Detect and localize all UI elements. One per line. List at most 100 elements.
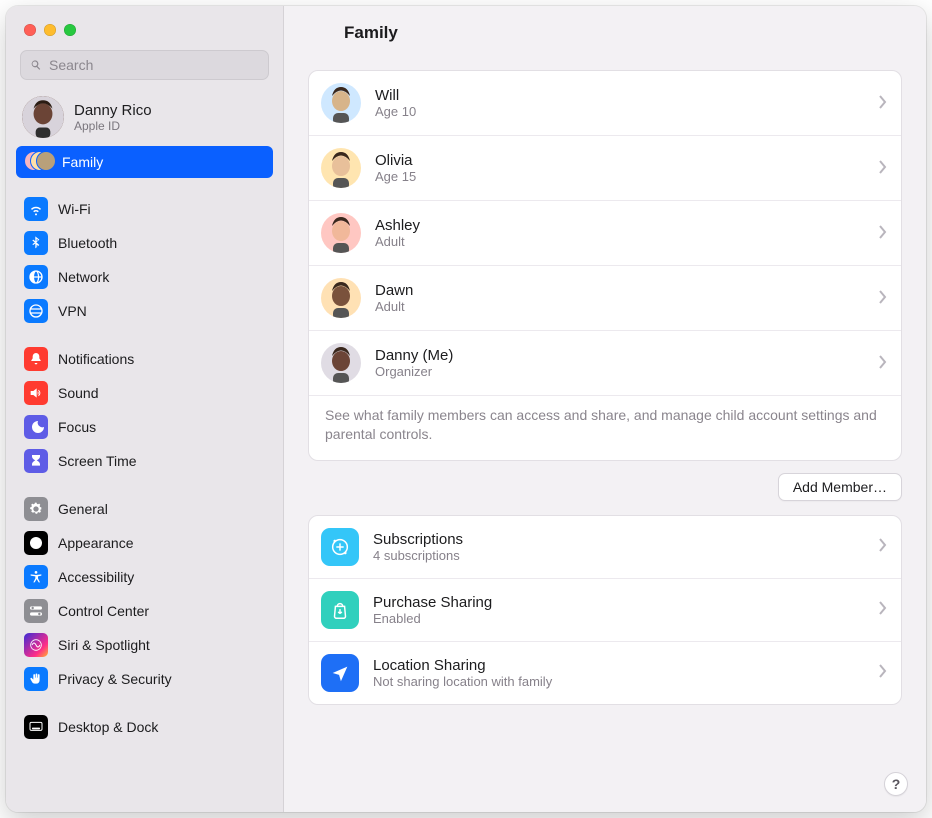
window-controls	[6, 14, 283, 46]
family-member-row[interactable]: Danny (Me) Organizer	[309, 331, 901, 396]
sidebar-item-label: Network	[58, 269, 109, 285]
sidebar-item-siri-spotlight[interactable]: Siri & Spotlight	[16, 628, 273, 662]
sidebar-item-wi-fi[interactable]: Wi-Fi	[16, 192, 273, 226]
sidebar-item-notifications[interactable]: Notifications	[16, 342, 273, 376]
feature-sub: Enabled	[373, 611, 492, 626]
family-member-row[interactable]: Ashley Adult	[309, 201, 901, 266]
search-input[interactable]: Search	[20, 50, 269, 80]
gear-icon	[24, 497, 48, 521]
zoom-window-button[interactable]	[64, 24, 76, 36]
sidebar-item-label: Family	[62, 154, 103, 170]
feature-row-location-sharing[interactable]: Location Sharing Not sharing location wi…	[309, 642, 901, 704]
sidebar-item-sound[interactable]: Sound	[16, 376, 273, 410]
sidebar-item-network[interactable]: Network	[16, 260, 273, 294]
chevron-right-icon	[879, 93, 887, 114]
sidebar-item-label: Screen Time	[58, 453, 137, 469]
sidebar-item-label: Bluetooth	[58, 235, 117, 251]
chevron-right-icon	[879, 288, 887, 309]
feature-name: Location Sharing	[373, 657, 552, 674]
moon-icon	[24, 415, 48, 439]
sidebar-item-apple-id[interactable]: Danny Rico Apple ID	[6, 90, 283, 146]
sidebar-list: Family Wi-Fi Bluetooth Network VPN	[6, 146, 283, 754]
accessibility-icon	[24, 565, 48, 589]
chevron-right-icon	[879, 353, 887, 374]
appearance-icon	[24, 531, 48, 555]
bell-icon	[24, 347, 48, 371]
sidebar-item-bluetooth[interactable]: Bluetooth	[16, 226, 273, 260]
network-icon	[24, 265, 48, 289]
family-member-row[interactable]: Olivia Age 15	[309, 136, 901, 201]
minimize-window-button[interactable]	[44, 24, 56, 36]
profile-sub: Apple ID	[74, 119, 152, 133]
avatar	[22, 96, 64, 138]
members-footnote: See what family members can access and s…	[309, 396, 901, 460]
member-sub: Organizer	[375, 364, 453, 379]
member-name: Will	[375, 87, 416, 104]
sidebar-item-label: General	[58, 501, 108, 517]
feature-name: Purchase Sharing	[373, 594, 492, 611]
feature-sub: 4 subscriptions	[373, 548, 463, 563]
add-member-row: Add Member…	[284, 461, 926, 501]
member-name: Olivia	[375, 152, 416, 169]
feature-name: Subscriptions	[373, 531, 463, 548]
feature-row-purchase-sharing[interactable]: Purchase Sharing Enabled	[309, 579, 901, 642]
memoji-icon	[321, 343, 361, 383]
memoji-icon	[321, 83, 361, 123]
location-icon	[321, 654, 359, 692]
family-members-panel: Will Age 10 Olivia Age 15	[308, 70, 902, 461]
sidebar-item-label: Siri & Spotlight	[58, 637, 150, 653]
sidebar-item-label: Wi-Fi	[58, 201, 91, 217]
sidebar-item-appearance[interactable]: Appearance	[16, 526, 273, 560]
switches-icon	[24, 599, 48, 623]
main-content: Family Will Age 10 Oliv	[284, 6, 926, 812]
sidebar-item-label: Notifications	[58, 351, 134, 367]
memoji-icon	[321, 278, 361, 318]
settings-window: Search Danny Rico Apple ID	[6, 6, 926, 812]
sidebar-item-label: Appearance	[58, 535, 134, 551]
member-sub: Adult	[375, 299, 413, 314]
titlebar: Family	[284, 6, 926, 60]
sidebar-item-privacy-security[interactable]: Privacy & Security	[16, 662, 273, 696]
chevron-right-icon	[879, 536, 887, 557]
bag-icon	[321, 591, 359, 629]
sidebar-item-accessibility[interactable]: Accessibility	[16, 560, 273, 594]
sidebar-item-screen-time[interactable]: Screen Time	[16, 444, 273, 478]
sidebar-item-label: Privacy & Security	[58, 671, 172, 687]
add-member-button[interactable]: Add Member…	[778, 473, 902, 501]
family-member-row[interactable]: Dawn Adult	[309, 266, 901, 331]
avatar	[321, 213, 361, 253]
family-features-panel: Subscriptions 4 subscriptions Purchase S…	[308, 515, 902, 705]
sidebar-item-vpn[interactable]: VPN	[16, 294, 273, 328]
hand-icon	[24, 667, 48, 691]
chevron-right-icon	[879, 223, 887, 244]
member-sub: Adult	[375, 234, 420, 249]
search-wrap: Search	[6, 46, 283, 90]
member-sub: Age 10	[375, 104, 416, 119]
sidebar-item-desktop-dock[interactable]: Desktop & Dock	[16, 710, 273, 744]
close-window-button[interactable]	[24, 24, 36, 36]
help-button[interactable]: ?	[884, 772, 908, 796]
search-icon	[29, 58, 43, 72]
chevron-right-icon	[879, 158, 887, 179]
sidebar-item-label: Focus	[58, 419, 96, 435]
family-member-row[interactable]: Will Age 10	[309, 71, 901, 136]
sidebar-item-control-center[interactable]: Control Center	[16, 594, 273, 628]
feature-row-subscriptions[interactable]: Subscriptions 4 subscriptions	[309, 516, 901, 579]
hourglass-icon	[24, 449, 48, 473]
sidebar-item-label: Desktop & Dock	[58, 719, 158, 735]
member-name: Ashley	[375, 217, 420, 234]
member-sub: Age 15	[375, 169, 416, 184]
sidebar-item-general[interactable]: General	[16, 492, 273, 526]
subscriptions-icon	[321, 528, 359, 566]
bluetooth-icon	[24, 231, 48, 255]
sidebar-item-focus[interactable]: Focus	[16, 410, 273, 444]
sidebar-item-family[interactable]: Family	[16, 146, 273, 178]
dock-icon	[24, 715, 48, 739]
sidebar: Search Danny Rico Apple ID	[6, 6, 284, 812]
profile-name: Danny Rico	[74, 102, 152, 119]
avatar	[321, 343, 361, 383]
sidebar-item-label: Accessibility	[58, 569, 134, 585]
member-name: Danny (Me)	[375, 347, 453, 364]
memoji-icon	[321, 213, 361, 253]
search-placeholder: Search	[49, 57, 93, 73]
